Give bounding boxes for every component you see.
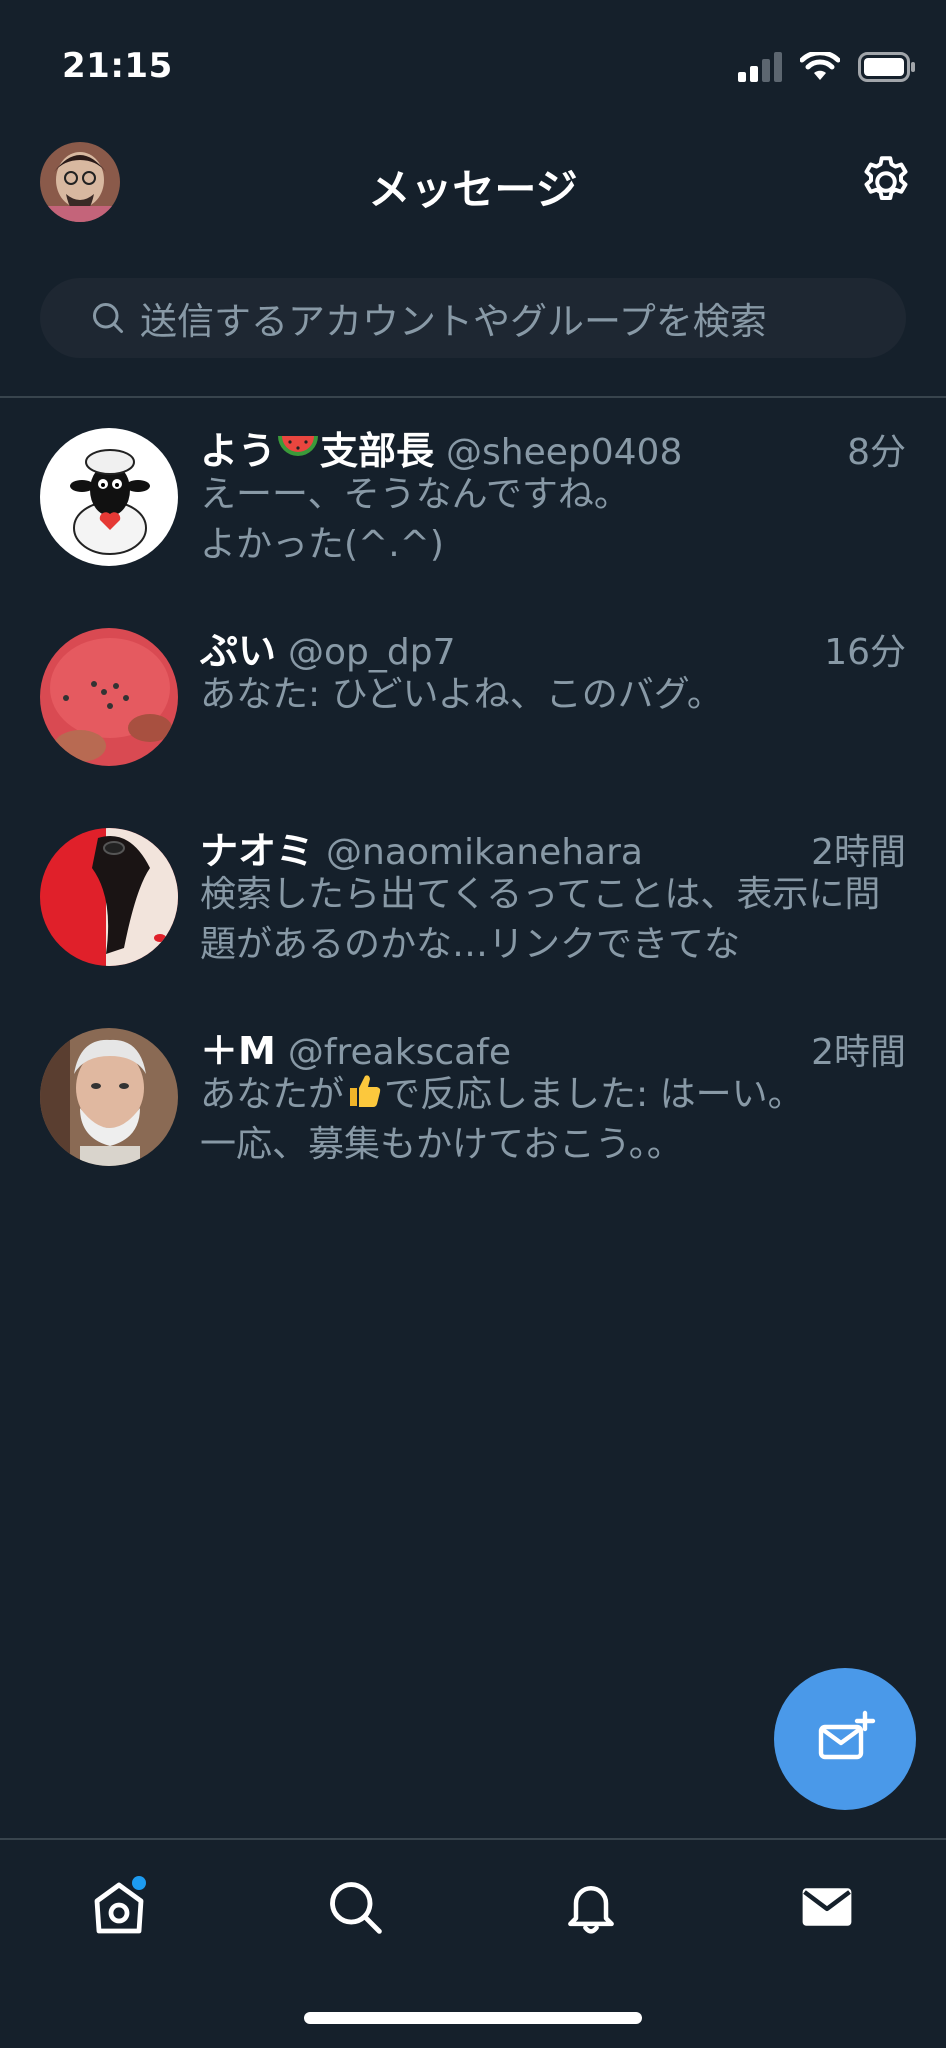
conversation-text: よう 支部長 @sheep0408 8分 えーー、そうなんですね。 よかった(^.… bbox=[200, 420, 906, 570]
compose-message-icon bbox=[818, 1710, 876, 1760]
conversation-item[interactable]: ナオミ @naomikanehara 2時間 検索したら出てくるってことは、表示… bbox=[0, 798, 946, 998]
conversation-time: 2時間 bbox=[811, 1032, 906, 1073]
avatar[interactable] bbox=[40, 828, 178, 966]
search-icon bbox=[330, 1882, 382, 1934]
tab-home[interactable] bbox=[84, 1872, 154, 1942]
conversation-handle: @op_dp7 bbox=[288, 632, 456, 673]
conversation-handle: @naomikanehara bbox=[326, 832, 643, 873]
search-icon bbox=[93, 303, 123, 333]
conversation-name: よう 支部長 bbox=[200, 429, 435, 473]
conversation-preview: えーー、そうなんですね。 よかった(^.^) bbox=[200, 474, 630, 565]
conversation-text: ＋M @freakscafe 2時間 あなたが で反応しました: はーい。 一応、… bbox=[200, 1020, 906, 1170]
notifications-icon bbox=[568, 1886, 614, 1934]
sheep-avatar-image bbox=[40, 428, 178, 566]
conversation-list: よう 支部長 @sheep0408 8分 えーー、そうなんですね。 よかった(^.… bbox=[0, 398, 946, 1198]
settings-button[interactable] bbox=[856, 152, 916, 212]
home-icon bbox=[94, 1876, 146, 1934]
hair-avatar-image bbox=[40, 828, 178, 966]
avatar[interactable] bbox=[40, 1028, 178, 1166]
conversation-name: ナオミ bbox=[200, 829, 315, 873]
conversation-name: ぷい bbox=[200, 629, 277, 673]
conversation-item[interactable]: ＋M @freakscafe 2時間 あなたが で反応しました: はーい。 一応、… bbox=[0, 998, 946, 1198]
tab-notifications[interactable] bbox=[556, 1872, 626, 1942]
new-message-button[interactable] bbox=[774, 1668, 916, 1810]
watermelon-emoji bbox=[278, 436, 319, 456]
tab-search[interactable] bbox=[320, 1872, 390, 1942]
cellular-signal-icon bbox=[738, 52, 782, 82]
messages-icon bbox=[802, 1888, 852, 1926]
conversation-time: 16分 bbox=[824, 632, 906, 673]
avatar[interactable] bbox=[40, 628, 178, 766]
status-icons bbox=[738, 52, 916, 82]
avatar[interactable] bbox=[40, 428, 178, 566]
conversation-text: ぷい @op_dp7 16分 あなた: ひどいよね、このバグ。 bbox=[200, 620, 906, 720]
search-placeholder: 送信するアカウントやグループを検索 bbox=[140, 300, 767, 343]
conversation-handle: @sheep0408 bbox=[446, 432, 683, 473]
conversation-time: 8分 bbox=[847, 432, 906, 473]
conversation-item[interactable]: ぷい @op_dp7 16分 あなた: ひどいよね、このバグ。 bbox=[0, 598, 946, 798]
tab-messages[interactable] bbox=[792, 1872, 862, 1942]
tab-bar bbox=[0, 1840, 946, 1970]
conversation-name: ＋M bbox=[200, 1029, 276, 1073]
conversation-text: ナオミ @naomikanehara 2時間 検索したら出てくるってことは、表示… bbox=[200, 820, 906, 970]
battery-icon bbox=[858, 52, 915, 82]
search-input[interactable]: 送信するアカウントやグループを検索 bbox=[40, 278, 906, 358]
status-bar: 21:15 bbox=[0, 0, 946, 130]
page-title: メッセージ bbox=[368, 165, 578, 214]
thumbs-up-emoji bbox=[350, 1075, 381, 1107]
conversation-preview: あなたが で反応しました: はーい。 一応、募集もかけておこう。。 bbox=[200, 1070, 906, 1170]
conversation-handle: @freakscafe bbox=[287, 1032, 511, 1073]
wifi-icon bbox=[800, 52, 840, 80]
conversation-item[interactable]: よう 支部長 @sheep0408 8分 えーー、そうなんですね。 よかった(^.… bbox=[0, 398, 946, 598]
red-object-avatar-image bbox=[40, 628, 178, 766]
conversation-preview: 検索したら出てくるってことは、表示に問題があるのかな…リンクできてな bbox=[200, 874, 881, 965]
conversation-time: 2時間 bbox=[811, 832, 906, 873]
status-time: 21:15 bbox=[62, 46, 173, 86]
man-portrait-avatar-image bbox=[40, 1028, 178, 1166]
home-indicator bbox=[304, 2012, 642, 2024]
gear-icon bbox=[864, 156, 908, 200]
conversation-preview: あなた: ひどいよね、このバグ。 bbox=[200, 674, 723, 715]
header: メッセージ bbox=[0, 130, 946, 250]
